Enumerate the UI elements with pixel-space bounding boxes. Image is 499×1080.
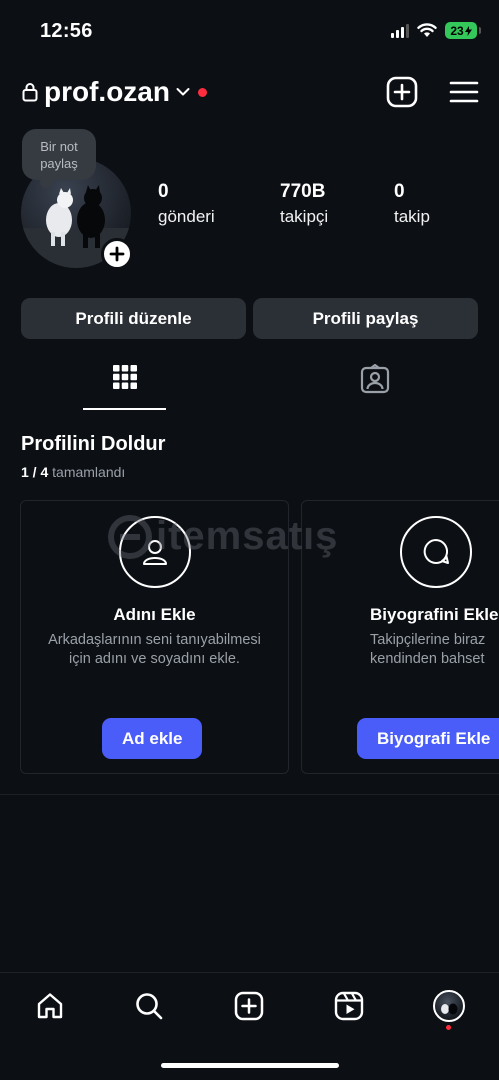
tab-tagged[interactable] bbox=[250, 364, 499, 412]
stat-followers[interactable]: 770B takipçi bbox=[280, 181, 328, 227]
status-bar: 12:56 23 bbox=[0, 0, 499, 62]
stat-following-value: 0 bbox=[394, 181, 405, 202]
stat-posts[interactable]: 0 gönderi bbox=[158, 181, 215, 227]
add-name-description: Arkadaşlarının seni tanıyabilmesi için a… bbox=[48, 632, 261, 667]
complete-profile-title: Profilini Doldur bbox=[21, 433, 166, 455]
add-name-button[interactable]: Ad ekle bbox=[102, 718, 203, 759]
nav-home[interactable] bbox=[33, 989, 67, 1023]
person-icon bbox=[119, 516, 191, 588]
battery-level: 23 bbox=[450, 23, 464, 38]
add-name-title: Adını Ekle bbox=[113, 605, 196, 624]
nav-profile[interactable] bbox=[432, 989, 466, 1023]
nav-create[interactable] bbox=[232, 989, 266, 1023]
progress-label: tamamlandı bbox=[52, 464, 126, 480]
progress-count: 1 / 4 bbox=[21, 464, 49, 480]
tab-grid[interactable] bbox=[0, 364, 249, 412]
menu-icon[interactable] bbox=[448, 76, 480, 108]
grid-icon bbox=[112, 365, 137, 389]
plus-square-icon[interactable] bbox=[386, 76, 418, 108]
account-switcher[interactable]: prof.ozan bbox=[22, 76, 207, 108]
home-icon bbox=[37, 993, 63, 1019]
stat-followers-value: 770B bbox=[280, 181, 326, 202]
signal-icon bbox=[391, 23, 409, 38]
tagged-icon bbox=[360, 364, 389, 394]
add-bio-card: Biyografini Ekle Takipçilerine biraz ken… bbox=[301, 500, 499, 774]
chat-bubble-icon bbox=[400, 516, 472, 588]
note-bubble[interactable]: Bir not paylaş bbox=[22, 129, 96, 188]
stat-following-label: takip bbox=[394, 207, 430, 226]
stat-posts-label: gönderi bbox=[158, 207, 215, 226]
edit-profile-button[interactable]: Profili düzenle bbox=[21, 298, 246, 339]
add-bio-button[interactable]: Biyografi Ekle bbox=[357, 718, 499, 759]
active-tab-indicator bbox=[83, 408, 166, 410]
plus-icon bbox=[109, 246, 125, 262]
add-bio-description: Takipçilerine biraz kendinden bahset bbox=[370, 632, 486, 667]
complete-profile-progress: 1 / 4 tamamlandı bbox=[21, 464, 125, 480]
add-bio-title: Biyografini Ekle bbox=[370, 605, 499, 624]
lock-icon bbox=[22, 83, 38, 102]
nav-reels[interactable] bbox=[332, 989, 366, 1023]
battery-icon: 23 bbox=[445, 22, 481, 39]
search-icon bbox=[136, 993, 163, 1020]
profile-header: prof.ozan bbox=[0, 72, 499, 116]
status-time: 12:56 bbox=[40, 20, 93, 42]
notification-dot bbox=[198, 87, 207, 97]
stat-posts-value: 0 bbox=[158, 181, 169, 202]
username: prof.ozan bbox=[44, 76, 170, 107]
reels-icon bbox=[334, 991, 364, 1021]
profile-notification-dot bbox=[446, 1025, 451, 1030]
profile-avatar-small bbox=[433, 990, 465, 1022]
status-icons: 23 bbox=[391, 22, 481, 39]
add-story-button[interactable] bbox=[101, 238, 133, 270]
nav-search[interactable] bbox=[132, 989, 166, 1023]
home-indicator[interactable] bbox=[161, 1063, 339, 1068]
wifi-icon bbox=[417, 23, 437, 37]
share-profile-button[interactable]: Profili paylaş bbox=[253, 298, 478, 339]
charging-icon bbox=[464, 25, 472, 36]
section-divider bbox=[0, 794, 499, 795]
stat-followers-label: takipçi bbox=[280, 207, 329, 226]
add-name-card: Adını Ekle Arkadaşlarının seni tanıyabil… bbox=[20, 500, 289, 774]
chevron-down-icon bbox=[176, 88, 190, 96]
create-icon bbox=[234, 991, 264, 1021]
stat-following[interactable]: 0 takip bbox=[394, 181, 430, 227]
